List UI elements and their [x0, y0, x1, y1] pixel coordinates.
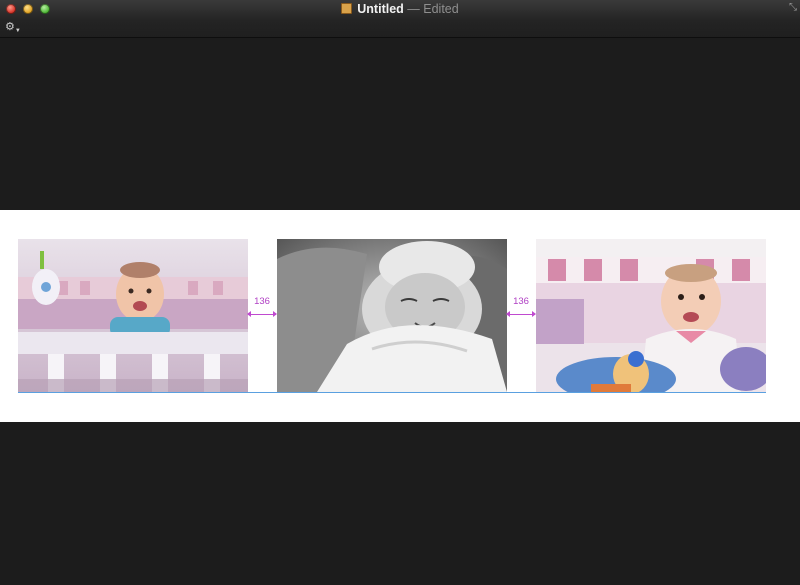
photo-baby-sitting[interactable]	[536, 239, 766, 392]
canvas-area[interactable]: 136 136	[0, 210, 800, 422]
gear-menu-button[interactable]: ⚙▼	[5, 21, 21, 37]
spacing-label-right: 136	[513, 296, 529, 307]
fullscreen-button[interactable]: ⤡	[789, 2, 797, 13]
window-titlebar: Untitled — Edited ⚙▼ ⤡	[0, 0, 800, 38]
photo-newborn-bw-image	[277, 239, 507, 392]
fullscreen-icon: ⤡	[789, 2, 797, 13]
title-separator: —	[407, 2, 420, 16]
photo-baby-crib[interactable]	[18, 239, 248, 392]
spacing-label-left: 136	[254, 296, 270, 307]
document-name: Untitled	[357, 2, 404, 16]
spacing-guide-left	[247, 311, 277, 317]
edited-status: Edited	[423, 2, 459, 16]
alignment-baseline-guide	[18, 392, 766, 393]
photo-newborn-bw[interactable]	[277, 239, 507, 392]
document-icon[interactable]	[341, 3, 353, 14]
photo-baby-sitting-image	[536, 239, 766, 392]
spacing-guide-right	[506, 311, 536, 317]
chevron-down-icon: ▼	[14, 28, 21, 34]
photo-baby-crib-image	[18, 239, 248, 392]
window-title: Untitled — Edited	[0, 2, 800, 16]
gear-icon: ⚙	[5, 21, 15, 33]
